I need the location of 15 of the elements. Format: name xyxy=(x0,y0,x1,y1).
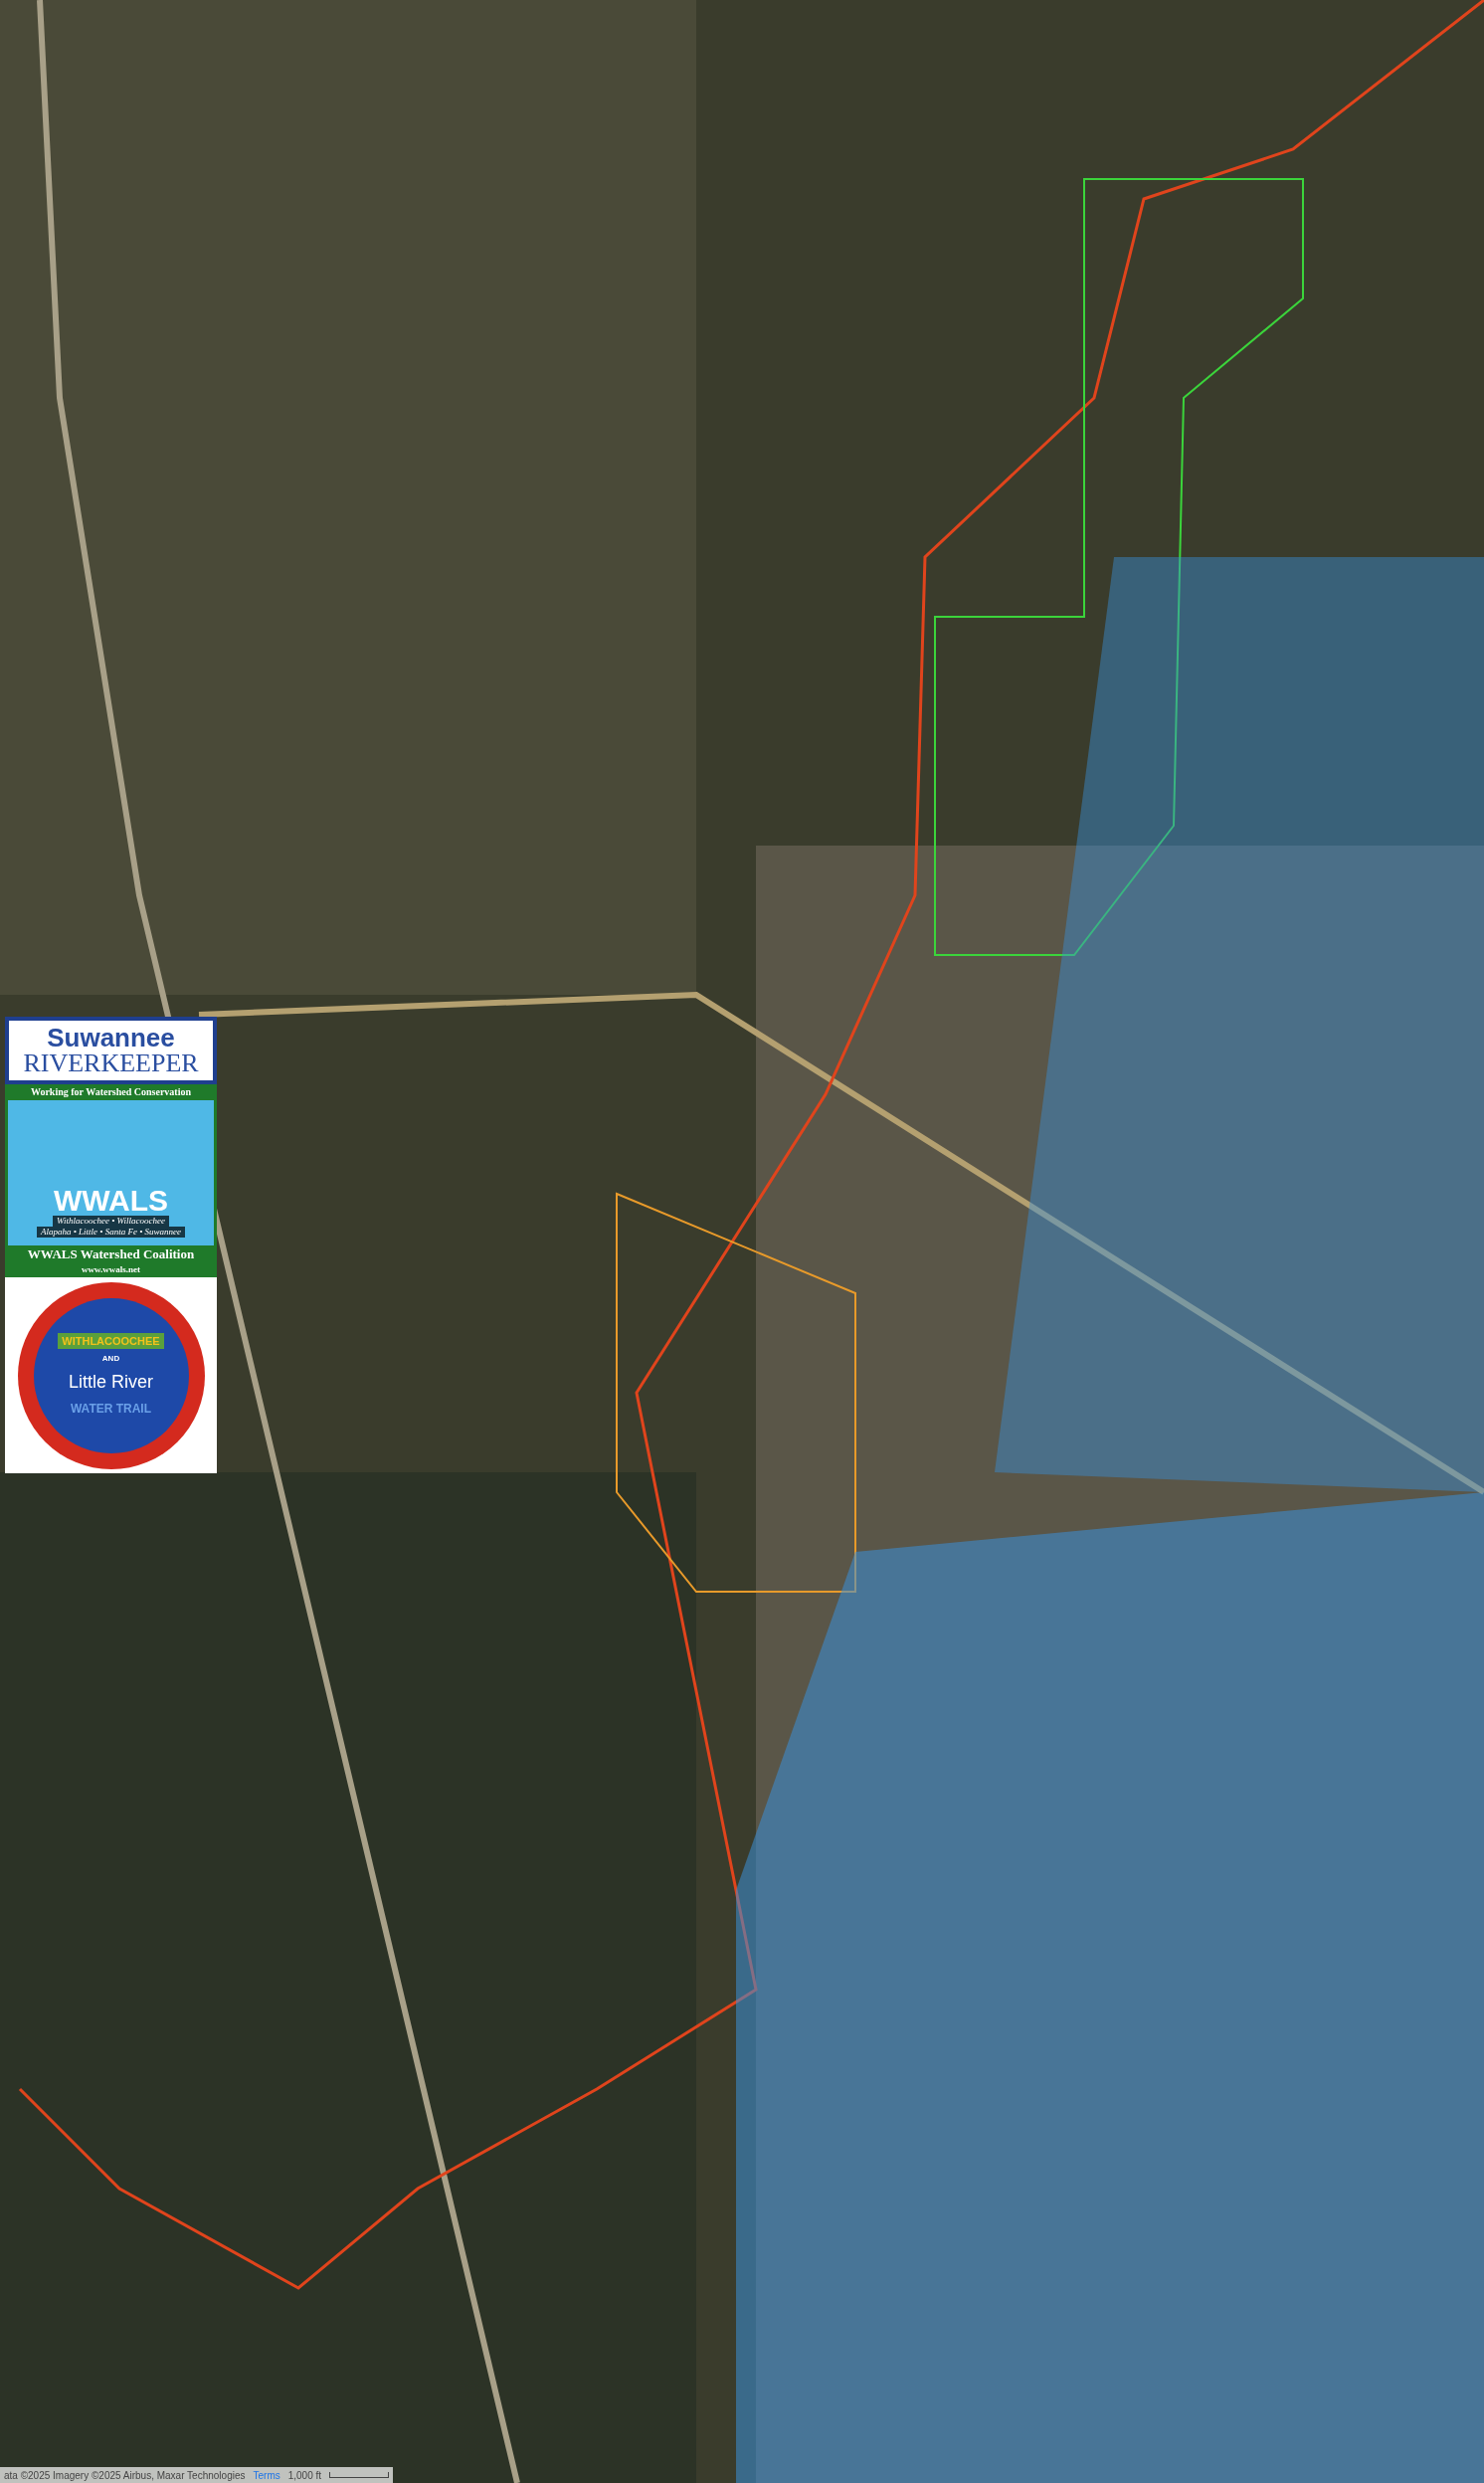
logo-url: www.wwals.net xyxy=(82,1263,140,1276)
scale-bar-icon xyxy=(329,2472,390,2478)
terms-link[interactable]: Terms xyxy=(253,2467,280,2483)
scale-label: 1,000 ft xyxy=(287,2468,322,2483)
logo-title: WWALS xyxy=(54,1185,168,1216)
logo-name: WWALS Watershed Coalition xyxy=(27,1245,195,1263)
logo-text: AND xyxy=(101,1353,120,1366)
logo-tagline: Working for Watershed Conservation xyxy=(31,1085,191,1099)
logo-title: RIVERKEEPER xyxy=(23,1050,199,1076)
logo-text: Little River xyxy=(69,1371,153,1395)
logo-text: WATER TRAIL xyxy=(70,1401,152,1419)
logo-rivers: Withlacoochee • Willacoochee xyxy=(52,1215,170,1227)
logo-text: WITHLACOOCHEE xyxy=(58,1332,164,1350)
map-attribution: ata ©2025 Imagery ©2025 Airbus, Maxar Technologies xyxy=(4,2468,246,2483)
logo-title: Suwannee xyxy=(47,1025,175,1050)
